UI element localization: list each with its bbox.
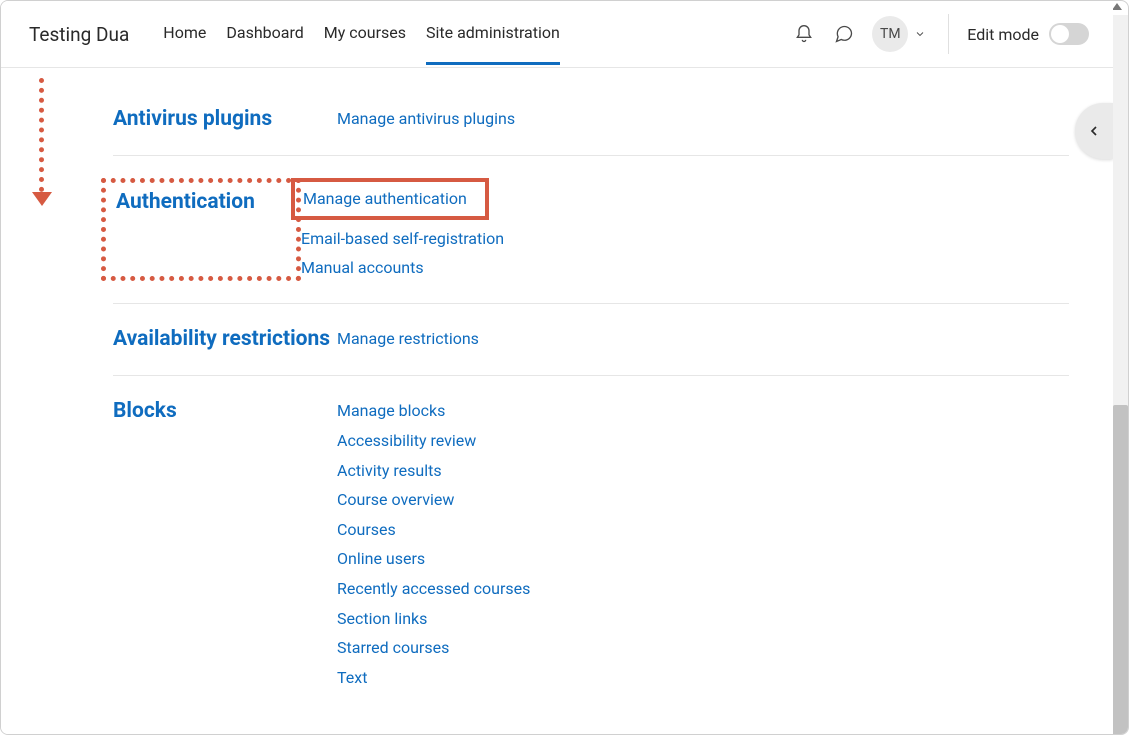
nav-my-courses[interactable]: My courses [324, 23, 406, 65]
link-manage-restrictions[interactable]: Manage restrictions [337, 326, 479, 352]
user-menu-toggle[interactable] [914, 25, 926, 44]
link-email-based-self-registration[interactable]: Email-based self-registration [301, 226, 504, 252]
site-brand[interactable]: Testing Dua [29, 23, 129, 46]
section-authentication: Authentication Manage authentication Ema… [113, 156, 1069, 304]
link-text[interactable]: Text [337, 665, 530, 691]
link-activity-results[interactable]: Activity results [337, 458, 530, 484]
nav-dashboard[interactable]: Dashboard [226, 23, 303, 65]
edit-mode-toggle[interactable] [1049, 23, 1089, 45]
top-navigation: Testing Dua Home Dashboard My courses Si… [1, 1, 1113, 68]
link-manage-blocks[interactable]: Manage blocks [337, 398, 530, 424]
link-starred-courses[interactable]: Starred courses [337, 635, 530, 661]
messages-icon[interactable] [832, 22, 856, 46]
link-online-users[interactable]: Online users [337, 546, 530, 572]
nav-home[interactable]: Home [163, 23, 206, 65]
divider [948, 14, 949, 54]
section-antivirus: Antivirus plugins Manage antivirus plugi… [113, 84, 1069, 156]
link-manage-authentication[interactable]: Manage authentication [303, 189, 467, 208]
section-title-authentication: Authentication [101, 178, 301, 281]
section-title-antivirus: Antivirus plugins [113, 106, 337, 133]
link-course-overview[interactable]: Course overview [337, 487, 530, 513]
annotation-highlight-box: Manage authentication [291, 178, 489, 220]
link-recently-accessed-courses[interactable]: Recently accessed courses [337, 576, 530, 602]
section-title-availability: Availability restrictions [113, 326, 337, 353]
scroll-up-arrow[interactable] [1112, 3, 1122, 10]
scrollbar-track[interactable] [1113, 15, 1128, 735]
section-availability-restrictions: Availability restrictions Manage restric… [113, 304, 1069, 376]
link-manual-accounts[interactable]: Manual accounts [301, 255, 504, 281]
primary-nav: Home Dashboard My courses Site administr… [163, 23, 560, 45]
link-section-links[interactable]: Section links [337, 606, 530, 632]
scrollbar-thumb[interactable] [1113, 405, 1128, 735]
link-manage-antivirus-plugins[interactable]: Manage antivirus plugins [337, 106, 515, 132]
section-blocks: Blocks Manage blocks Accessibility revie… [113, 376, 1069, 712]
link-courses[interactable]: Courses [337, 517, 530, 543]
admin-plugins-list: Antivirus plugins Manage antivirus plugi… [1, 68, 1113, 734]
edit-mode-label: Edit mode [967, 25, 1039, 44]
user-avatar[interactable]: TM [872, 16, 908, 52]
annotation-arrow-icon [39, 78, 49, 192]
notifications-icon[interactable] [792, 22, 816, 46]
nav-site-administration[interactable]: Site administration [426, 23, 560, 65]
section-title-blocks: Blocks [113, 398, 337, 690]
link-accessibility-review[interactable]: Accessibility review [337, 428, 530, 454]
